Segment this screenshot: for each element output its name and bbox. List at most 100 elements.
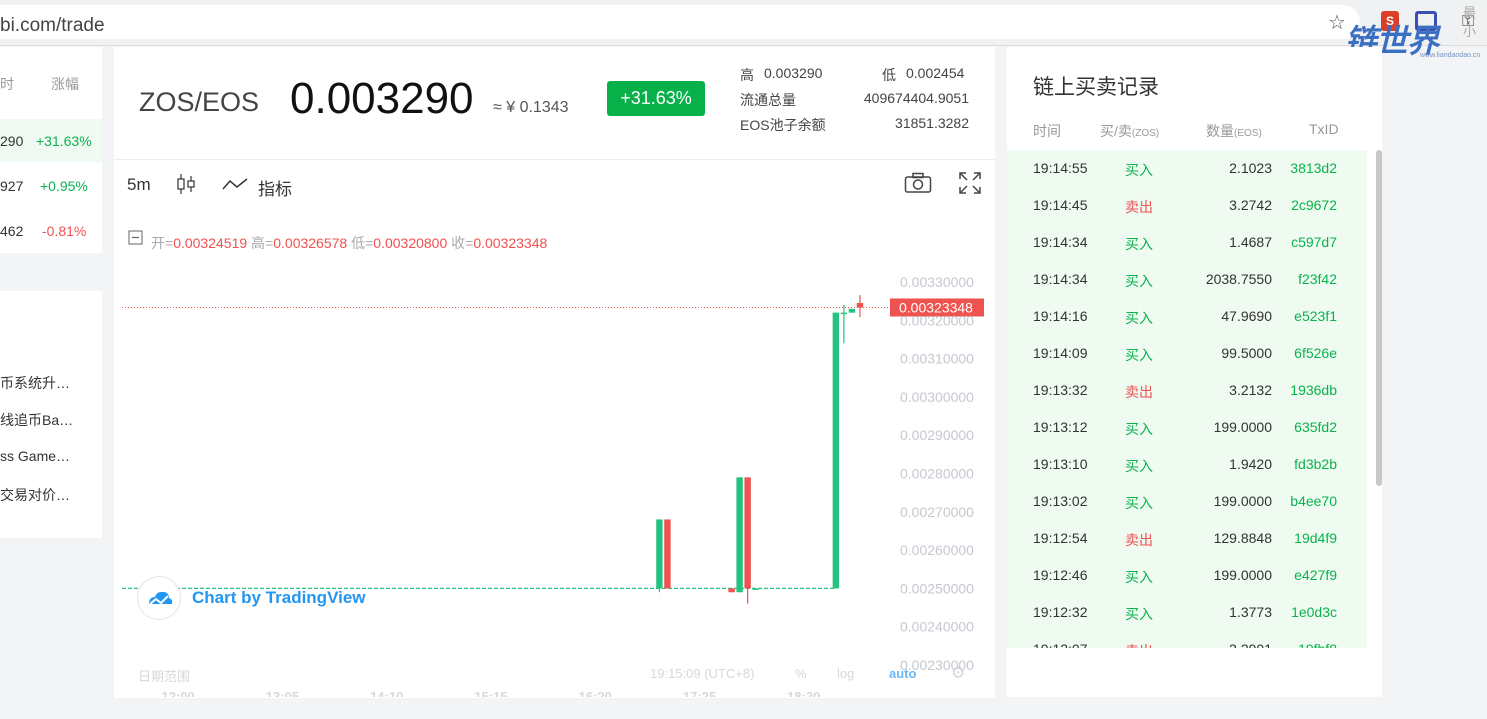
trade-txid-link[interactable]: 1e0d3c — [1291, 604, 1337, 620]
trade-amount: 199.0000 — [1213, 567, 1272, 583]
market-row-change: +31.63% — [36, 133, 92, 149]
trade-row[interactable]: 19:13:10 买入 1.9420 fd3b2b — [1007, 446, 1367, 483]
trade-row[interactable]: 19:12:54 卖出 129.8848 19d4f9 — [1007, 520, 1367, 557]
trade-txid-link[interactable]: f23f42 — [1298, 271, 1337, 287]
candle-body — [728, 588, 735, 593]
x-tick-label: 18:30 — [787, 689, 820, 697]
browser-toolbar: bi.com/trade ☆ S ⚿ 最小 链世界 www.liandaodao… — [0, 0, 1487, 59]
auto-toggle[interactable]: auto — [889, 666, 916, 681]
candle-body — [664, 519, 671, 589]
market-col-change[interactable]: 涨幅 — [51, 74, 79, 94]
news-item[interactable]: 交易对价… — [0, 485, 70, 505]
ohlc-high: 0.00326578 — [273, 235, 348, 251]
news-panel: 币系统升… 线追币Ba… ss Game… 交易对价… — [0, 291, 102, 538]
trade-amount: 1.3773 — [1229, 604, 1272, 620]
date-range-button[interactable]: 日期范围 — [138, 666, 190, 685]
trade-row[interactable]: 19:12:07 卖出 3.2901 19fbf8 — [1007, 631, 1367, 648]
trade-amount: 199.0000 — [1213, 419, 1272, 435]
x-tick-label: 14:10 — [370, 689, 403, 697]
trade-row[interactable]: 19:13:12 买入 199.0000 635fd2 — [1007, 409, 1367, 446]
trades-list[interactable]: 19:14:55 买入 2.1023 3813d2 19:14:45 卖出 3.2742 2c… — [1007, 150, 1367, 648]
address-bar[interactable]: bi.com/trade — [0, 5, 1360, 39]
trade-txid-link[interactable]: e523f1 — [1294, 308, 1337, 324]
trade-txid-link[interactable]: 19fbf8 — [1298, 641, 1337, 648]
onchain-trades-panel: 链上买卖记录 时间 买/卖(ZOS) 数量(EOS) TxID 19:14:55… — [1007, 47, 1382, 697]
trade-row[interactable]: 19:12:32 买入 1.3773 1e0d3c — [1007, 594, 1367, 631]
trade-row[interactable]: 19:13:02 买入 199.0000 b4ee70 — [1007, 483, 1367, 520]
trade-side: 买入 — [1125, 162, 1153, 178]
trades-title: 链上买卖记录 — [1033, 76, 1159, 99]
market-col-name[interactable]: 时 — [0, 74, 14, 94]
market-row[interactable]: 927 +0.95% — [0, 164, 102, 207]
y-tick-label: 0.00320000 — [900, 312, 974, 328]
trade-txid-link[interactable]: 2c9672 — [1291, 197, 1337, 213]
url-text[interactable]: bi.com/trade — [0, 15, 105, 37]
ohlc-low: 0.00320800 — [373, 235, 448, 251]
trade-row[interactable]: 19:14:45 卖出 3.2742 2c9672 — [1007, 187, 1367, 224]
camera-icon[interactable] — [904, 172, 932, 194]
trade-row[interactable]: 19:14:16 买入 47.9690 e523f1 — [1007, 298, 1367, 335]
trade-txid-link[interactable]: c597d7 — [1291, 234, 1337, 250]
ohlc-high-label: 高= — [251, 235, 274, 251]
indicator-button[interactable]: 指标 — [258, 175, 292, 200]
last-price: 0.003290 — [290, 74, 474, 123]
log-toggle[interactable]: log — [837, 666, 854, 681]
market-row-price: 462 — [0, 223, 24, 239]
trades-col-tx: TxID — [1309, 121, 1339, 137]
fullscreen-icon[interactable] — [959, 172, 981, 194]
trade-amount: 47.9690 — [1221, 308, 1272, 324]
tradingview-logo[interactable] — [137, 576, 181, 620]
trade-time: 19:12:46 — [1033, 567, 1088, 583]
trade-amount: 99.5000 — [1221, 345, 1272, 361]
collapse-legend-icon[interactable] — [128, 230, 144, 246]
trade-txid-link[interactable]: 6f526e — [1294, 345, 1337, 361]
trade-side: 买入 — [1125, 458, 1153, 474]
y-tick-label: 0.00250000 — [900, 580, 974, 596]
trade-txid-link[interactable]: e427f9 — [1294, 567, 1337, 583]
trade-amount: 3.2132 — [1229, 382, 1272, 398]
trade-txid-link[interactable]: 635fd2 — [1294, 419, 1337, 435]
supply-value: 409674404.9051 — [863, 90, 969, 106]
trade-side: 买入 — [1125, 606, 1153, 622]
indicator-icon[interactable] — [222, 177, 248, 191]
trade-txid-link[interactable]: 3813d2 — [1290, 160, 1337, 176]
bookmark-star-icon[interactable]: ☆ — [1328, 10, 1346, 35]
low-value: 0.002454 — [906, 65, 965, 81]
y-tick-label: 0.00310000 — [900, 351, 974, 367]
trade-txid-link[interactable]: fd3b2b — [1294, 456, 1337, 472]
news-item[interactable]: 币系统升… — [0, 373, 70, 393]
news-item[interactable]: ss Game… — [0, 448, 70, 464]
trade-side: 买入 — [1125, 569, 1153, 585]
trade-txid-link[interactable]: 1936db — [1290, 382, 1337, 398]
high-label: 高 — [740, 67, 754, 83]
trade-row[interactable]: 19:13:32 卖出 3.2132 1936db — [1007, 372, 1367, 409]
trade-row[interactable]: 19:14:34 买入 1.4687 c597d7 — [1007, 224, 1367, 261]
minimize-label[interactable]: 最小 — [1463, 2, 1487, 40]
news-item[interactable]: 线追币Ba… — [0, 410, 73, 430]
percent-toggle[interactable]: % — [795, 666, 807, 681]
interval-button[interactable]: 5m — [127, 175, 151, 195]
trade-time: 19:13:32 — [1033, 382, 1088, 398]
trades-scrollbar[interactable] — [1376, 150, 1382, 486]
trade-row[interactable]: 19:14:09 买入 99.5000 6f526e — [1007, 335, 1367, 372]
price-chart[interactable]: 0.00323348 0.00330000 0.00320000 0.0031000… — [114, 217, 995, 697]
trade-amount: 2.1023 — [1229, 160, 1272, 176]
candle-body — [656, 519, 663, 589]
tradingview-brand[interactable]: Chart by TradingView — [192, 588, 366, 608]
ohlc-low-label: 低= — [351, 235, 374, 251]
trades-col-side-unit: (ZOS) — [1131, 128, 1160, 139]
trade-row[interactable]: 19:14:55 买入 2.1023 3813d2 — [1007, 150, 1367, 187]
candle-type-icon[interactable] — [176, 173, 196, 195]
market-row[interactable]: 290 +31.63% — [0, 119, 102, 162]
y-tick-label: 0.00240000 — [900, 619, 974, 635]
market-row-price: 290 — [0, 133, 24, 149]
trade-row[interactable]: 19:14:34 买入 2038.7550 f23f42 — [1007, 261, 1367, 298]
market-list-panel: 时 涨幅 290 +31.63% 927 +0.95% 462 -0.81% — [0, 47, 102, 253]
market-row[interactable]: 462 -0.81% — [0, 209, 102, 252]
trade-amount: 199.0000 — [1213, 493, 1272, 509]
trade-row[interactable]: 19:12:46 买入 199.0000 e427f9 — [1007, 557, 1367, 594]
chart-settings-gear-icon[interactable]: ⚙ — [951, 663, 965, 683]
trade-txid-link[interactable]: 19d4f9 — [1294, 530, 1337, 546]
trades-col-amount-text: 数量 — [1206, 123, 1234, 139]
trade-txid-link[interactable]: b4ee70 — [1290, 493, 1337, 509]
